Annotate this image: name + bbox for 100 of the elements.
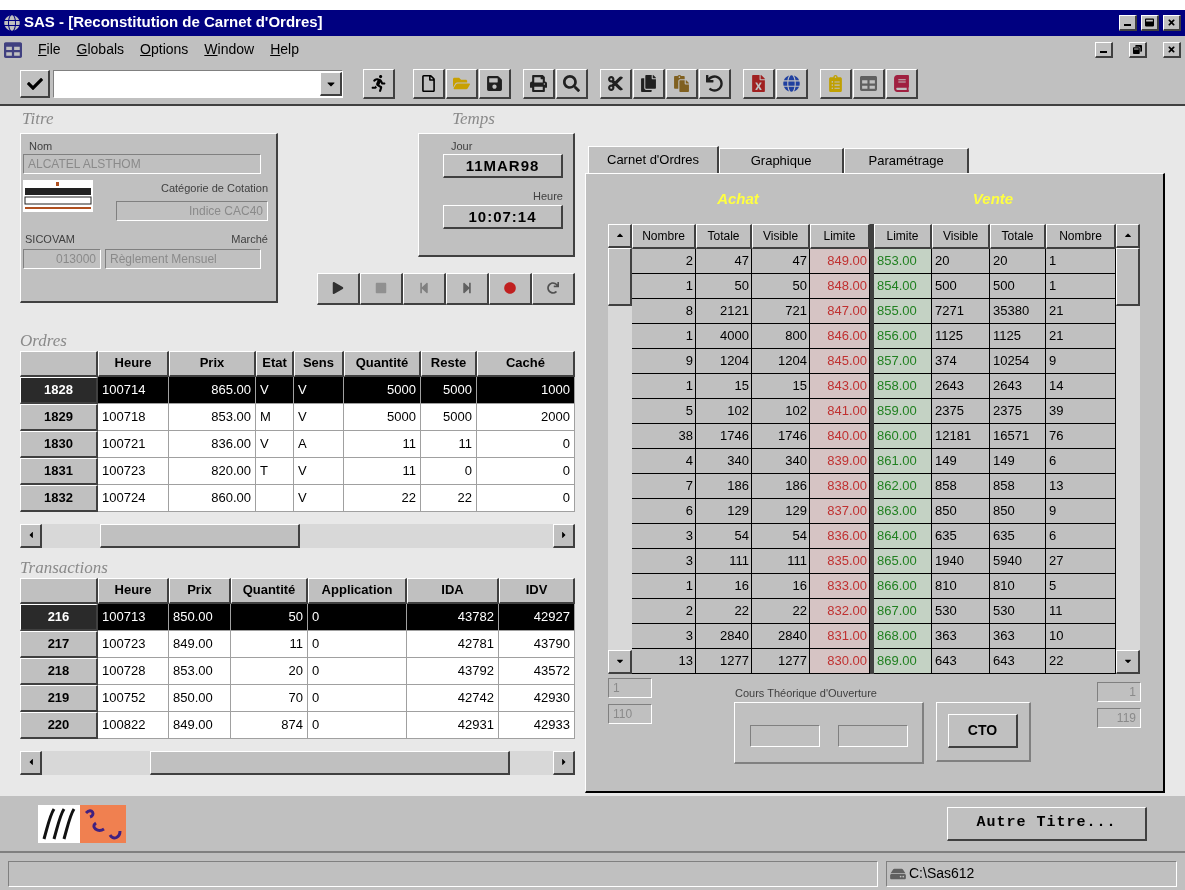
column-header[interactable]: Caché [477,350,575,377]
close-button[interactable] [1163,41,1181,58]
table-cell: 4000 [696,323,752,349]
column-header[interactable]: IDV [499,577,575,604]
horizontal-scrollbar[interactable] [20,750,575,775]
tab[interactable]: Graphique [719,147,845,173]
dropdown-button[interactable] [320,72,342,97]
row-header[interactable]: 1829 [20,403,98,431]
menu-item[interactable]: File [38,39,61,61]
step-forward-button[interactable] [446,272,489,305]
scroll-left-button[interactable] [20,523,42,548]
scroll-right-button[interactable] [553,523,575,548]
table-cell: 854.00 [874,273,932,299]
column-header[interactable]: IDA [407,577,499,604]
row-header[interactable]: 1828 [20,376,98,404]
table-button[interactable] [853,69,885,100]
table-cell: 13 [632,648,696,674]
column-header[interactable]: Heure [98,577,169,604]
scroll-left-button[interactable] [20,750,42,775]
scroll-thumb[interactable] [150,750,510,775]
refresh-button[interactable] [532,272,575,305]
column-header[interactable]: Reste [421,350,477,377]
column-header[interactable]: Quantité [231,577,308,604]
globe-button[interactable] [776,69,808,100]
scroll-down-button[interactable] [1116,649,1140,674]
vertical-scrollbar[interactable] [608,223,632,674]
record-button[interactable] [489,272,532,305]
menu-item[interactable]: Options [140,39,189,61]
column-header[interactable]: Sens [294,350,344,377]
section-heading: Temps [452,108,495,129]
column-header[interactable]: Prix [169,577,231,604]
check-button[interactable] [20,70,50,99]
close-button[interactable] [1163,14,1181,31]
search-icon [563,75,580,93]
cto-button[interactable]: CTO [948,714,1018,749]
column-header[interactable]: Totale [696,223,752,249]
row-header[interactable]: 217 [20,630,98,658]
row-header[interactable]: 219 [20,684,98,712]
column-header[interactable]: Limite [874,223,932,249]
vertical-scrollbar[interactable] [1116,223,1140,674]
other-title-button[interactable]: Autre Titre... [947,806,1147,841]
row-header[interactable]: 1831 [20,457,98,485]
table-cell: 0 [308,711,407,739]
menu-item[interactable]: Help [270,39,299,61]
scroll-thumb[interactable] [1116,247,1140,306]
row-header[interactable]: 1832 [20,484,98,512]
tab[interactable]: Carnet d'Ordres [588,145,720,173]
column-header[interactable]: Etat [256,350,294,377]
restore-button[interactable] [1129,41,1147,58]
minimize-button[interactable] [1095,41,1113,58]
column-header[interactable]: Limite [810,223,870,249]
open-button[interactable] [446,69,478,100]
row-header[interactable]: 1830 [20,430,98,458]
menu-item[interactable]: Globals [76,39,125,61]
stop-button[interactable] [360,272,403,305]
run-button[interactable] [363,69,395,100]
horizontal-scrollbar[interactable] [20,523,575,548]
price-field[interactable] [837,724,908,747]
spreadsheet-button[interactable] [743,69,775,100]
scroll-thumb[interactable] [100,523,300,548]
column-header[interactable]: Prix [169,350,256,377]
undo-button[interactable] [699,69,731,100]
scroll-up-button[interactable] [1116,223,1140,248]
table-cell: 11 [1046,598,1116,624]
scroll-down-button[interactable] [608,649,632,674]
menu-item[interactable]: Window [204,39,255,61]
print-button[interactable] [523,69,555,100]
minimize-button[interactable] [1119,14,1137,31]
scroll-right-button[interactable] [553,750,575,775]
row-header[interactable]: 216 [20,603,98,631]
column-header[interactable]: Heure [98,350,169,377]
copy-button[interactable] [633,69,665,100]
paste-button[interactable] [666,69,698,100]
play-button[interactable] [317,272,360,305]
scroll-thumb[interactable] [608,247,632,306]
save-button[interactable] [479,69,511,100]
scroll-up-button[interactable] [608,223,632,248]
table-cell: 15 [696,373,752,399]
step-back-button[interactable] [403,272,446,305]
column-header[interactable]: Application [308,577,407,604]
column-header[interactable]: Visible [752,223,810,249]
table-cell: V [294,403,344,431]
column-header[interactable]: Nombre [1046,223,1116,249]
maximize-button[interactable] [1141,14,1159,31]
command-combobox[interactable] [53,70,343,99]
cut-button[interactable] [600,69,632,100]
column-header[interactable]: Quantité [344,350,421,377]
book-button[interactable] [886,69,918,100]
row-header[interactable]: 218 [20,657,98,685]
row-header[interactable]: 220 [20,711,98,739]
column-header[interactable]: Nombre [632,223,696,249]
list-button[interactable] [820,69,852,100]
minimize-icon [1124,23,1131,26]
column-header[interactable]: Totale [990,223,1046,249]
table-cell: 9 [1046,498,1116,524]
tab[interactable]: Paramétrage [844,147,970,173]
column-header[interactable]: Visible [932,223,990,249]
preview-button[interactable] [556,69,588,100]
new-button[interactable] [413,69,445,100]
price-field[interactable] [749,724,820,747]
